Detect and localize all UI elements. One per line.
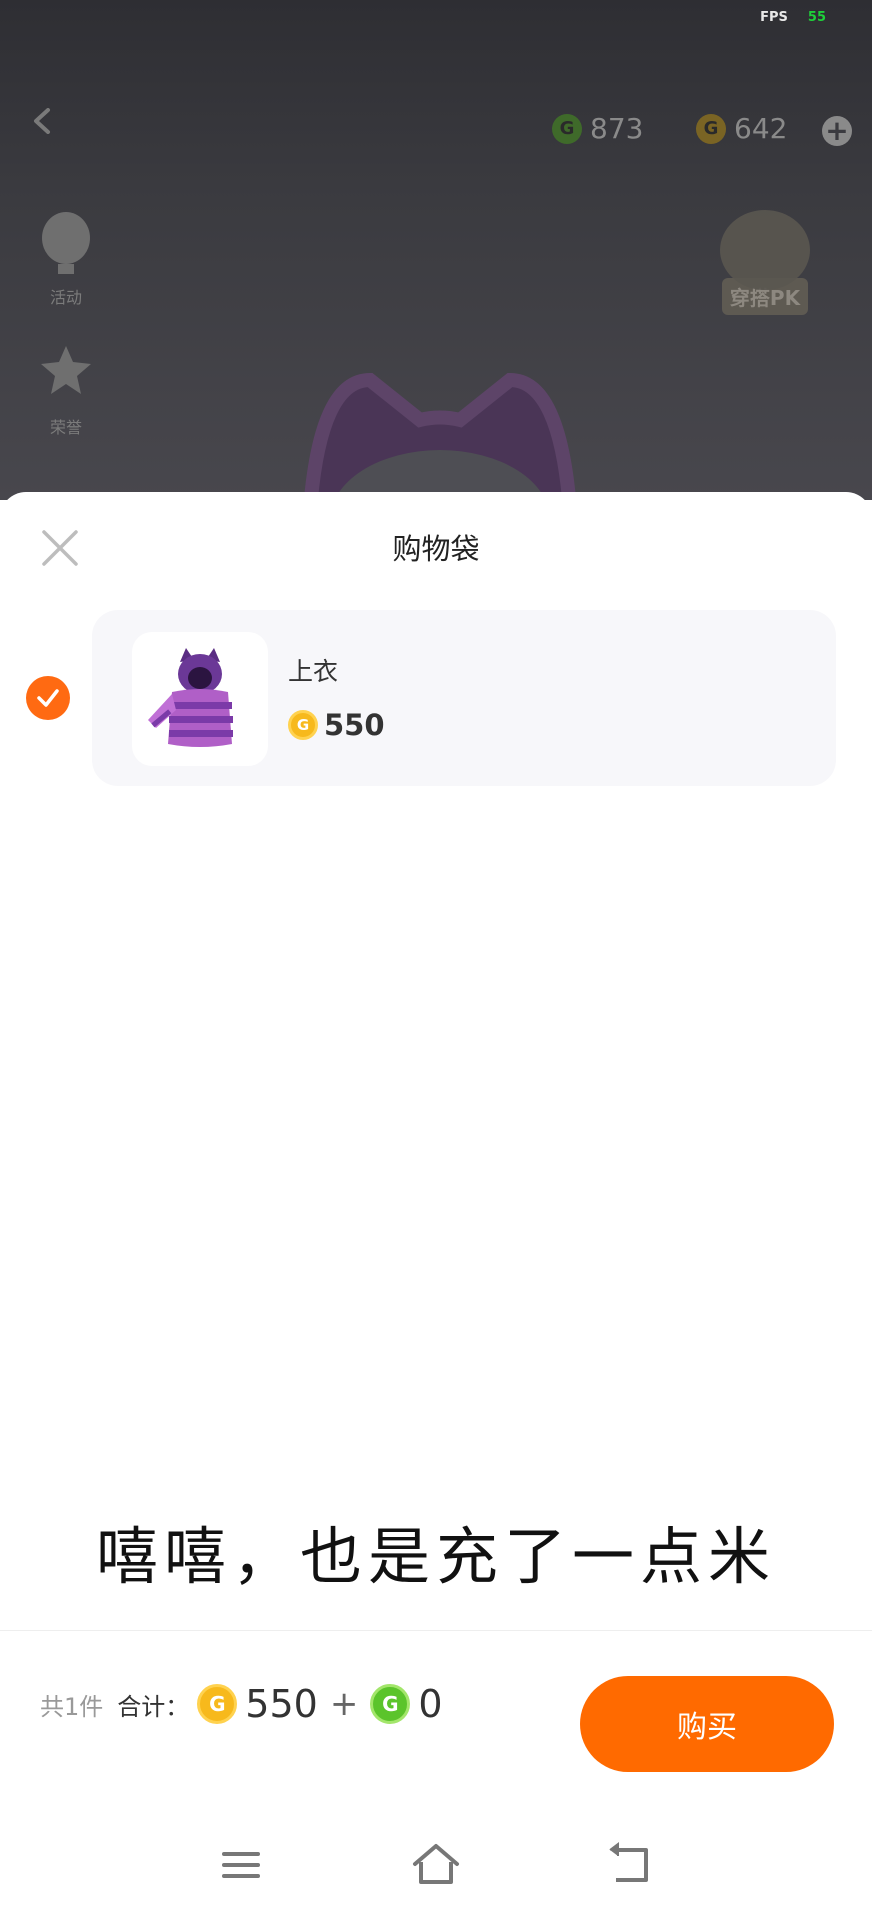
- gold-currency-value: 642: [734, 112, 788, 145]
- fps-label: FPS: [760, 10, 788, 25]
- order-total: 共1件 合计： G 550 + G 0: [40, 1682, 443, 1726]
- sidebar-item-label: 活动: [49, 288, 82, 307]
- item-price: G 550: [288, 708, 385, 742]
- total-label: 合计：: [117, 1692, 190, 1721]
- balloon-icon: [42, 212, 90, 274]
- game-background: FPS 55 G 873 G 642 + 活动 荣誉 穿搭PK: [0, 0, 872, 500]
- green-coin-icon: G: [552, 113, 582, 144]
- item-checkbox[interactable]: [26, 676, 70, 720]
- gold-coin-icon: G: [197, 1684, 238, 1724]
- add-currency-button[interactable]: +: [822, 116, 852, 146]
- buy-button[interactable]: 购买: [580, 1676, 834, 1772]
- item-name: 上衣: [288, 657, 339, 686]
- gold-coin-icon: G: [288, 710, 318, 740]
- fps-counter: FPS 55: [760, 10, 826, 25]
- gold-coin-icon: G: [696, 113, 726, 144]
- footer-divider: [0, 1630, 872, 1631]
- green-total: 0: [418, 1682, 443, 1726]
- item-count: 共1件: [40, 1692, 104, 1721]
- home-icon[interactable]: [411, 1840, 461, 1890]
- sidebar-item-honor[interactable]: 荣誉: [30, 344, 102, 438]
- green-coin-icon: G: [370, 1684, 411, 1724]
- menu-icon[interactable]: [216, 1840, 266, 1890]
- item-thumbnail: [132, 632, 268, 766]
- sheet-title: 购物袋: [392, 532, 480, 566]
- plus-sign: +: [329, 1684, 359, 1724]
- star-badge-icon: [41, 346, 91, 394]
- check-icon: [37, 689, 59, 707]
- green-currency: G 873: [552, 112, 643, 145]
- gold-currency: G 642: [696, 112, 787, 145]
- gold-total: 550: [245, 1682, 318, 1726]
- back-icon[interactable]: [606, 1840, 656, 1890]
- item-price-value: 550: [324, 708, 385, 742]
- hoodie-image: [148, 648, 233, 747]
- crown-icon: [720, 210, 810, 290]
- sidebar-item-label: 荣誉: [49, 418, 82, 437]
- green-currency-value: 873: [590, 112, 644, 145]
- back-chevron-icon[interactable]: [30, 108, 56, 134]
- fps-value: 55: [807, 10, 826, 25]
- character-cat-ears: [303, 372, 577, 500]
- sidebar-item-activity[interactable]: 活动: [30, 210, 102, 308]
- outfit-pk-button[interactable]: 穿搭PK: [690, 210, 840, 330]
- video-caption: 嘻嘻，也是充了一点米: [95, 1520, 776, 1593]
